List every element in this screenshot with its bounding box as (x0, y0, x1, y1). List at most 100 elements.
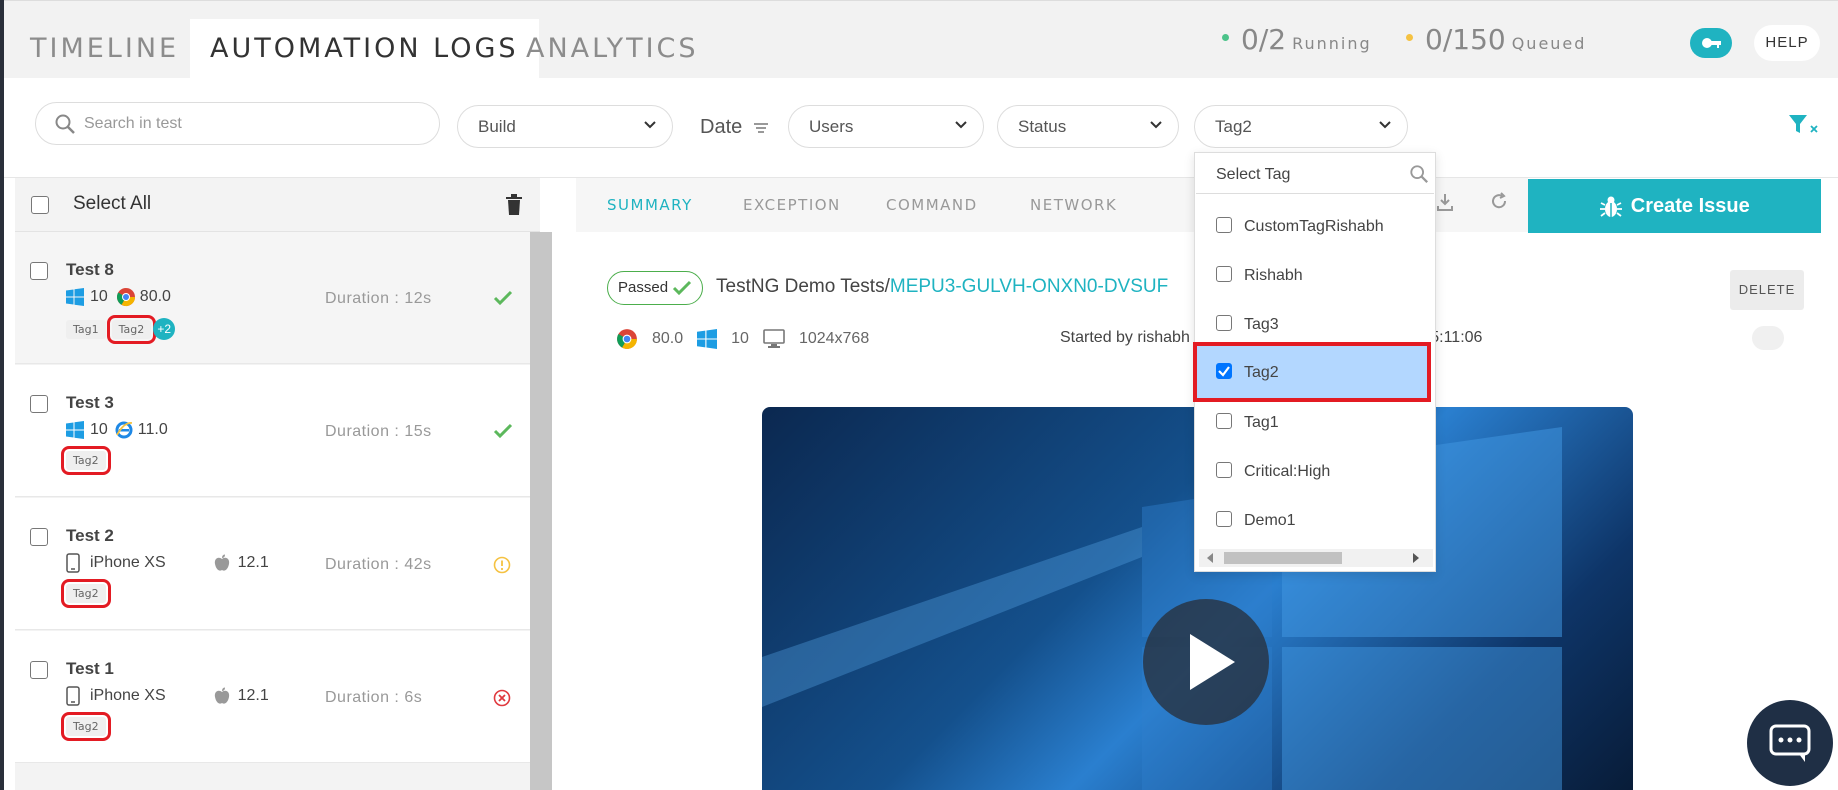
tag-badge[interactable]: Tag2 (61, 579, 111, 608)
tag-option-checkbox[interactable] (1216, 217, 1232, 233)
test-row[interactable]: Test 1 iPhone XS 12.1 Duration : 6s Tag2 (15, 631, 530, 763)
clear-filter-icon[interactable] (1788, 114, 1820, 136)
test-row[interactable]: Test 8 10 80.0 Duration : 12s Tag1 Tag2 (15, 232, 530, 364)
chevron-down-icon (644, 121, 656, 129)
search-box (35, 102, 440, 145)
users-label: Users (809, 117, 854, 136)
tag-option-label: Tag3 (1244, 316, 1279, 333)
scrollbar-thumb[interactable] (1224, 552, 1342, 564)
play-button[interactable] (1143, 599, 1269, 725)
test-tags: Tag2 (61, 579, 112, 608)
apple-icon (214, 554, 229, 571)
refresh-icon[interactable] (1490, 192, 1508, 212)
status-dropdown[interactable]: Status (997, 105, 1179, 148)
tag-option-checkbox[interactable] (1216, 315, 1232, 331)
tab-exception[interactable]: EXCEPTION (743, 196, 841, 214)
test-meta: 80.0 10 1024x768 (616, 328, 883, 350)
users-dropdown[interactable]: Users (788, 105, 984, 148)
tag-option[interactable]: CustomTagRishabh (1196, 203, 1428, 249)
running-label: Running (1292, 34, 1372, 53)
test-duration: Duration : 15s (325, 423, 432, 440)
download-icon[interactable] (1436, 192, 1454, 212)
started-by: Started by rishabh (1060, 329, 1190, 346)
test-name: Test 1 (66, 659, 114, 678)
tag-option[interactable]: Critical:High (1196, 448, 1428, 494)
tag-badge[interactable]: Tag2 (61, 446, 111, 475)
check-icon (493, 423, 513, 439)
trash-icon[interactable] (505, 194, 523, 216)
tab-timeline[interactable]: TIMELINE (30, 19, 179, 79)
os-version: 10 (90, 288, 108, 305)
test-tags: Tag2 (61, 446, 112, 475)
tag-option[interactable]: Rishabh (1196, 252, 1428, 298)
test-checkbox[interactable] (30, 395, 48, 413)
tag-badge[interactable]: Tag1 (66, 319, 106, 339)
tag-option-checkbox[interactable] (1216, 363, 1232, 379)
tag-dropdown[interactable]: Tag2 (1194, 105, 1408, 148)
filter-bar: Build Date Users Status Tag2 (4, 78, 1838, 178)
scroll-left-icon[interactable] (1205, 552, 1215, 564)
tag-badge[interactable]: Tag2 (106, 314, 157, 344)
tag-option-checkbox[interactable] (1216, 266, 1232, 282)
test-list-scrollbar[interactable] (530, 232, 552, 790)
tag-option[interactable]: Tag3 (1196, 301, 1428, 347)
queued-status: 0/150 Queued (1406, 23, 1586, 56)
create-issue-button[interactable]: Create Issue (1528, 179, 1821, 233)
browser-version: 11.0 (137, 421, 168, 438)
tab-summary[interactable]: SUMMARY (607, 196, 693, 214)
tag-option-checkbox[interactable] (1216, 413, 1232, 429)
check-icon (493, 290, 513, 306)
tab-automation-logs[interactable]: AUTOMATION LOGS (190, 19, 539, 79)
tag-option[interactable]: Demo1 (1196, 497, 1428, 543)
test-title: TestNG Demo Tests/MEPU3-GULVH-ONXN0-DVSU… (716, 276, 1168, 298)
search-icon (1410, 165, 1428, 183)
select-all-checkbox[interactable] (31, 196, 49, 214)
tag-option-selected[interactable]: Tag2 (1193, 342, 1431, 402)
test-id-link[interactable]: MEPU3-GULVH-ONXN0-DVSUF (890, 276, 1168, 297)
create-issue-label: Create Issue (1630, 195, 1750, 217)
chat-widget-button[interactable] (1747, 700, 1833, 786)
app-page: TIMELINE AUTOMATION LOGS ANALYTICS 0/2 Ru… (0, 0, 1838, 790)
notification-toggle[interactable] (1752, 326, 1784, 350)
test-row[interactable]: Test 3 10 11.0 Duration : 15s Tag2 (15, 365, 530, 497)
chrome-icon (116, 288, 135, 307)
delete-button[interactable]: DELETE (1730, 270, 1804, 310)
test-name: Test 3 (66, 393, 114, 412)
test-name: Test 8 (66, 260, 114, 279)
tab-analytics[interactable]: ANALYTICS (526, 19, 699, 79)
os-version: 12.1 (237, 687, 269, 704)
test-checkbox[interactable] (30, 528, 48, 546)
chevron-down-icon (1150, 121, 1162, 129)
tag-dropdown-scrollbar[interactable] (1199, 549, 1433, 567)
test-env: 10 80.0 (66, 287, 171, 307)
mobile-icon (66, 686, 80, 706)
access-key-button[interactable] (1690, 28, 1732, 58)
more-tags-badge[interactable]: +2 (153, 318, 176, 340)
tag-search-input[interactable] (1216, 163, 1396, 187)
checkmark-icon (1218, 366, 1230, 377)
device-name: iPhone XS (90, 554, 166, 571)
windows-icon (697, 329, 718, 349)
tag-badge[interactable]: Tag2 (61, 712, 111, 741)
error-icon (493, 689, 511, 707)
date-sort[interactable]: Date (700, 116, 770, 139)
search-input[interactable] (84, 111, 414, 137)
test-row[interactable]: Test 2 iPhone XS 12.1 Duration : 42s Tag… (15, 498, 530, 630)
test-tags: Tag2 (61, 712, 112, 741)
top-nav: TIMELINE AUTOMATION LOGS ANALYTICS 0/2 Ru… (4, 0, 1838, 79)
test-checkbox[interactable] (30, 262, 48, 280)
test-checkbox[interactable] (30, 661, 48, 679)
tag-option-checkbox[interactable] (1216, 462, 1232, 478)
tag-option-label: Tag2 (1244, 364, 1279, 381)
tag-option-label: Tag1 (1244, 414, 1279, 431)
detail-tools (1436, 192, 1508, 217)
scroll-right-icon[interactable] (1411, 552, 1421, 564)
windows-icon (66, 421, 84, 439)
help-button[interactable]: HELP (1754, 25, 1820, 61)
tab-network[interactable]: NETWORK (1030, 196, 1117, 214)
chevron-down-icon (955, 121, 967, 129)
build-dropdown[interactable]: Build (457, 105, 673, 148)
tab-command[interactable]: COMMAND (886, 196, 978, 214)
tag-option-checkbox[interactable] (1216, 511, 1232, 527)
tag-option[interactable]: Tag1 (1196, 399, 1428, 445)
